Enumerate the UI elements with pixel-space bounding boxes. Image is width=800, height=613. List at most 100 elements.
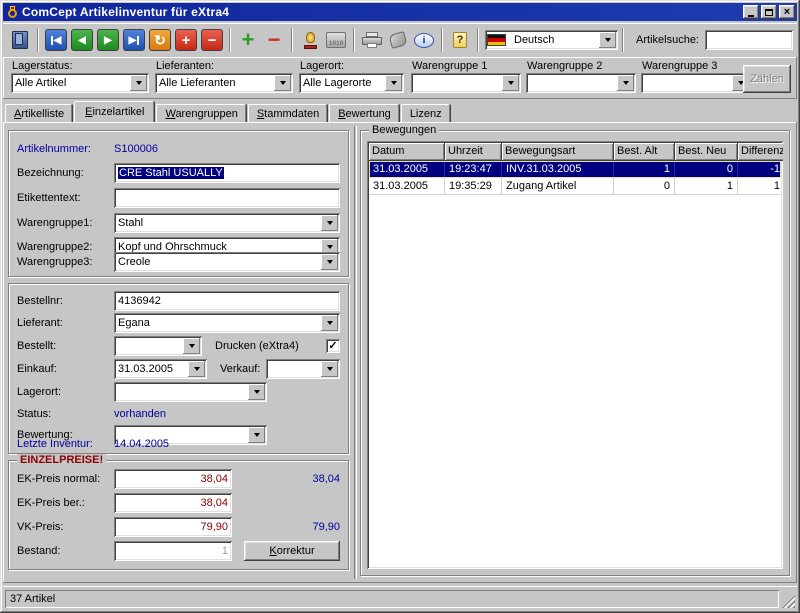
chevron-down-icon [508, 81, 514, 85]
panel-splitter[interactable] [354, 126, 357, 579]
column-header-best-neu[interactable]: Best. Neu [675, 143, 738, 161]
last-record-button[interactable]: ▶ [121, 27, 147, 53]
lieferanten-dropdown-arrow[interactable] [274, 75, 291, 91]
column-header-datum[interactable]: Datum [369, 143, 445, 161]
lagerort-select[interactable] [114, 382, 267, 402]
tools-button[interactable] [385, 27, 411, 53]
bestellt-select[interactable] [114, 336, 202, 356]
cell-uhrzeit: 19:35:29 [445, 178, 502, 195]
close-button[interactable]: × [779, 5, 795, 19]
ek-preis-normal-label: EK-Preis normal: [17, 473, 114, 485]
article-search-input[interactable] [705, 30, 793, 50]
warengruppe2-dropdown-arrow[interactable] [617, 75, 634, 91]
status-value: vorhanden [114, 408, 166, 420]
next-record-icon: ▶ [97, 29, 119, 51]
toolbar-separator [291, 28, 293, 52]
remove-item-button[interactable]: − [261, 27, 287, 53]
ek-preis-ber-input[interactable]: 38,04 [114, 493, 232, 513]
lagerstatus-dropdown-arrow[interactable] [130, 75, 147, 91]
warengruppe1-arrow[interactable] [321, 215, 338, 231]
language-dropdown-arrow[interactable] [599, 32, 616, 48]
lieferanten-select[interactable]: Alle Lieferanten [155, 73, 293, 93]
language-value: Deutsch [510, 34, 597, 46]
lagerort-filter-value: Alle Lagerorte [299, 77, 383, 89]
language-select[interactable]: Deutsch [485, 30, 618, 50]
chevron-down-icon [327, 221, 333, 225]
bestellnr-input[interactable]: 4136942 [114, 291, 340, 311]
etikettentext-input[interactable] [114, 188, 340, 208]
new-item-button[interactable]: + [235, 27, 261, 53]
lieferant-arrow[interactable] [321, 315, 338, 331]
article-search-label: Artikelsuche: [636, 34, 699, 46]
column-header-uhrzeit[interactable]: Uhrzeit [445, 143, 502, 161]
binary-icon: 1010 [326, 32, 346, 48]
german-flag-icon [487, 34, 506, 46]
bestand-input[interactable]: 1 [114, 541, 232, 561]
help-button[interactable]: ? [447, 27, 473, 53]
vk-preis-input[interactable]: 79,90 [114, 517, 232, 537]
warengruppe2-filter-select[interactable] [526, 73, 636, 93]
delete-record-button[interactable]: − [199, 27, 225, 53]
chevron-down-icon [254, 390, 260, 394]
chevron-down-icon [623, 81, 629, 85]
verkauf-arrow[interactable] [321, 361, 338, 377]
exit-button[interactable] [7, 27, 33, 53]
verkauf-date-select[interactable] [266, 359, 340, 379]
einkauf-value: 31.03.2005 [114, 363, 186, 375]
tab-artikelliste[interactable]: Artikelliste [5, 104, 73, 122]
vk-preis-label: VK-Preis: [17, 521, 114, 533]
bezeichnung-input[interactable]: CRE Stahl USUALLY [114, 163, 340, 183]
lagerort-filter-select[interactable]: Alle Lagerorte [299, 73, 404, 93]
lagerstatus-select[interactable]: Alle Artikel [11, 73, 149, 93]
einkauf-date-select[interactable]: 31.03.2005 [114, 359, 207, 379]
lagerort-arrow[interactable] [248, 384, 265, 400]
ek-preis-normal-input[interactable]: 38,04 [114, 469, 232, 489]
table-row[interactable]: 31.03.2005 19:35:29 Zugang Artikel 0 1 1 [369, 178, 781, 195]
minimize-button[interactable] [743, 5, 759, 19]
add-record-button[interactable]: + [173, 27, 199, 53]
einkauf-arrow[interactable] [188, 361, 205, 377]
printer-icon [362, 32, 382, 48]
cell-datum: 31.03.2005 [369, 178, 445, 195]
bewegungen-table: Datum Uhrzeit Bewegungsart Best. Alt Bes… [367, 141, 783, 569]
binary-data-button[interactable]: 1010 [323, 27, 349, 53]
column-header-differenz[interactable]: Differenz [738, 143, 783, 161]
toolbar-separator [477, 28, 479, 52]
drucken-checkbox[interactable]: ✓ [326, 339, 340, 353]
warengruppe1-dropdown-arrow[interactable] [502, 75, 519, 91]
warengruppe1-filter-select[interactable] [411, 73, 521, 93]
previous-record-button[interactable]: ◀ [69, 27, 95, 53]
toolbar-separator [441, 28, 443, 52]
resize-grip-icon[interactable] [782, 595, 795, 608]
maximize-button[interactable] [761, 5, 777, 19]
lagerort-dropdown-arrow[interactable] [385, 75, 402, 91]
print-button[interactable] [359, 27, 385, 53]
warengruppe3-arrow[interactable] [321, 254, 338, 270]
warengruppe1-select[interactable]: Stahl [114, 213, 340, 233]
next-record-button[interactable]: ▶ [95, 27, 121, 53]
refresh-icon: ↻ [149, 29, 171, 51]
korrektur-button[interactable]: Korrektur [244, 541, 340, 561]
bestellt-arrow[interactable] [183, 338, 200, 354]
tab-einzelartikel[interactable]: Einzelartikel [74, 101, 155, 122]
lieferant-select[interactable]: Egana [114, 313, 340, 333]
warengruppe3-select[interactable]: Creole [114, 252, 340, 272]
zaehlen-button[interactable]: Zählen [743, 65, 791, 93]
refresh-button[interactable]: ↻ [147, 27, 173, 53]
lamp-button[interactable] [297, 27, 323, 53]
tab-warengruppen[interactable]: Warengruppen [156, 104, 246, 122]
first-record-button[interactable]: ◀ [43, 27, 69, 53]
tab-bewertung[interactable]: Bewertung [329, 104, 400, 122]
lieferanten-label: Lieferanten: [156, 60, 293, 72]
warengruppe3-filter-select[interactable] [641, 73, 751, 93]
column-header-best-alt[interactable]: Best. Alt [614, 143, 675, 161]
column-header-bewegungsart[interactable]: Bewegungsart [502, 143, 614, 161]
table-row[interactable]: 31.03.2005 19:23:47 INV.31.03.2005 1 0 -… [369, 161, 781, 178]
tab-stammdaten[interactable]: Stammdaten [248, 104, 328, 122]
lieferant-label: Lieferant: [17, 317, 114, 329]
ek-preis-normal-reference: 38,04 [232, 473, 340, 485]
exit-door-icon [12, 31, 28, 49]
tab-lizenz[interactable]: Lizenz [401, 104, 451, 122]
einzelpreise-group: EINZELPREISE! EK-Preis normal: 38,04 38,… [8, 460, 349, 570]
info-button[interactable]: i [411, 27, 437, 53]
